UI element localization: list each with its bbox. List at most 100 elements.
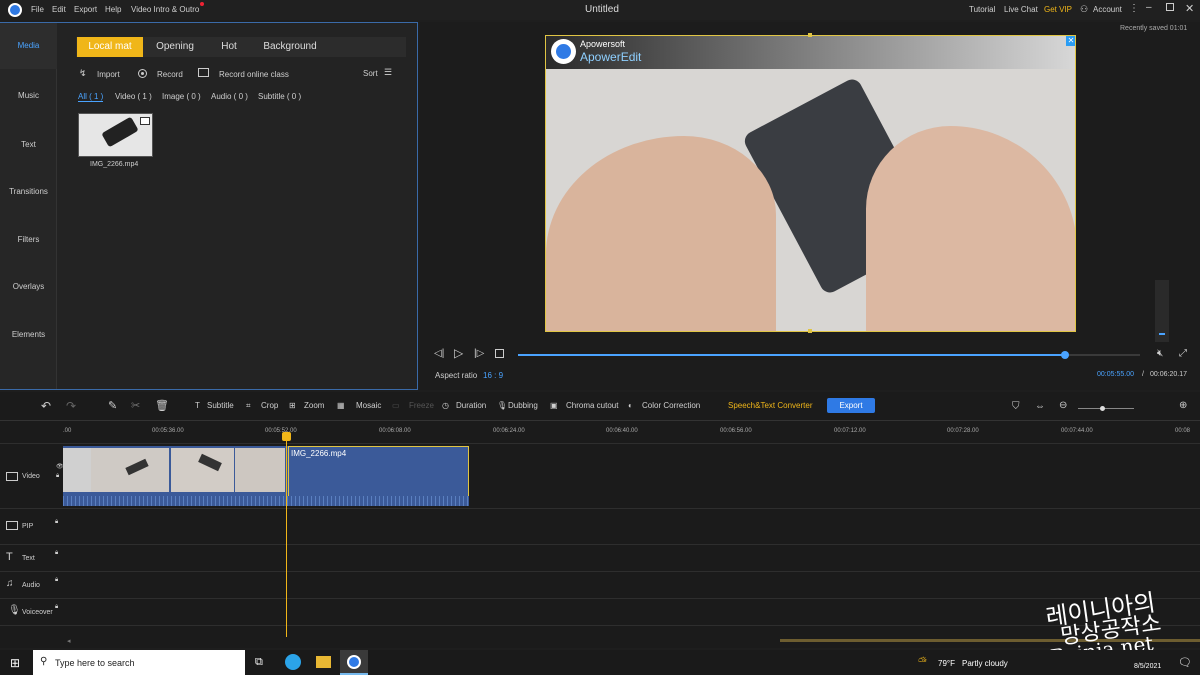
ruler-tick: 00:05:36.00 <box>152 428 184 434</box>
nav-text[interactable]: Text <box>0 140 57 149</box>
fit-icon[interactable]: ⇔ <box>1035 401 1045 412</box>
app-logo-icon <box>8 3 22 17</box>
zoom-icon: ⊞ <box>289 401 296 410</box>
selection-handle[interactable] <box>808 329 812 333</box>
menu-video-intro-outro[interactable]: Video Intro & Outro <box>131 5 199 14</box>
aspect-ratio-value[interactable]: 16 : 9 <box>483 371 503 380</box>
chroma-cutout-tool[interactable]: Chroma cutout <box>566 401 618 410</box>
menu-help[interactable]: Help <box>105 5 121 14</box>
menu-file[interactable]: File <box>31 5 44 14</box>
edit-icon[interactable]: ✎ <box>108 399 117 412</box>
filter-video[interactable]: Video ( 1 ) <box>115 92 152 101</box>
watermark-brand: Apowersoft <box>580 39 626 49</box>
tab-background[interactable]: Background <box>254 37 326 57</box>
prev-frame-icon[interactable]: ◁| <box>434 348 444 359</box>
title-bar: File Edit Export Help Video Intro & Outr… <box>0 0 1200 20</box>
timeline-zoom-slider[interactable] <box>1078 406 1134 411</box>
crop-tool[interactable]: Crop <box>261 401 278 410</box>
lock-icon[interactable]: 🔒︎ <box>55 550 58 557</box>
zoom-out-icon[interactable]: ⊖ <box>1059 400 1067 411</box>
apoweredit-taskbar-item[interactable] <box>340 650 368 675</box>
zoom-tool[interactable]: Zoom <box>304 401 324 410</box>
record-online-class-button[interactable]: Record online class <box>219 70 289 79</box>
color-correction-tool[interactable]: Color Correction <box>642 401 700 410</box>
play-icon[interactable]: ▷ <box>454 346 463 360</box>
fullscreen-icon[interactable]: ⤢ <box>1179 348 1187 359</box>
nav-transitions[interactable]: Transitions <box>0 187 57 196</box>
ruler-tick: 00:07:12.00 <box>834 428 866 434</box>
export-button[interactable]: Export <box>827 398 875 413</box>
nav-elements[interactable]: Elements <box>0 330 57 339</box>
nav-filters[interactable]: Filters <box>0 235 57 244</box>
nav-music[interactable]: Music <box>0 91 57 100</box>
undo-icon[interactable]: ↶ <box>41 399 51 413</box>
playhead-handle[interactable] <box>282 432 291 441</box>
menu-export[interactable]: Export <box>74 5 97 14</box>
nav-media[interactable]: Media <box>0 23 57 69</box>
mute-icon[interactable]: 🔇︎ <box>1157 348 1163 359</box>
live-chat-link[interactable]: Live Chat <box>1004 5 1038 14</box>
subtitle-tool[interactable]: Subtitle <box>207 401 234 410</box>
dubbing-tool[interactable]: Dubbing <box>508 401 538 410</box>
mosaic-tool[interactable]: Mosaic <box>356 401 381 410</box>
task-view-icon[interactable]: ⧉ <box>255 656 263 669</box>
tab-hot[interactable]: Hot <box>207 37 251 57</box>
time-separator: / <box>1142 371 1144 378</box>
duration-tool[interactable]: Duration <box>456 401 486 410</box>
sort-icon: ☰ <box>384 67 393 77</box>
filter-all[interactable]: All ( 1 ) <box>78 92 104 102</box>
tab-local-mat[interactable]: Local mat <box>77 37 143 57</box>
cut-icon[interactable]: ✂ <box>131 399 140 412</box>
windows-start-icon[interactable]: ⊞ <box>10 656 20 670</box>
stop-icon[interactable] <box>495 349 504 358</box>
nav-overlays[interactable]: Overlays <box>0 282 57 291</box>
phone-thumbnail <box>101 116 139 148</box>
playhead[interactable] <box>286 432 287 637</box>
record-icon <box>138 69 147 78</box>
filter-audio[interactable]: Audio ( 0 ) <box>211 92 248 101</box>
watermark-close-icon[interactable]: ✕ <box>1066 36 1075 46</box>
eye-icon[interactable]: 👁︎ <box>56 463 64 470</box>
next-frame-icon[interactable]: |▷ <box>474 348 484 359</box>
get-vip-link[interactable]: Get VIP <box>1044 5 1072 14</box>
search-icon: ⚲ <box>40 656 48 667</box>
selection-handle[interactable] <box>808 33 812 37</box>
lock-icon[interactable]: 🔒︎ <box>55 577 58 584</box>
account-link[interactable]: Account <box>1093 5 1122 14</box>
filter-image[interactable]: Image ( 0 ) <box>162 92 201 101</box>
tutorial-link[interactable]: Tutorial <box>969 5 995 14</box>
left-hand-image <box>546 136 776 331</box>
notification-icon[interactable]: 🗨︎ <box>1178 656 1192 669</box>
sort-button[interactable]: Sort <box>363 69 378 78</box>
more-options-icon[interactable]: ⋮ <box>1129 3 1139 14</box>
freeze-tool[interactable]: Freeze <box>409 401 434 410</box>
video-preview[interactable]: Apowersoft ApowerEdit ✕ <box>545 35 1076 332</box>
record-button[interactable]: Record <box>157 70 183 79</box>
filter-subtitle[interactable]: Subtitle ( 0 ) <box>258 92 301 101</box>
media-thumbnail[interactable] <box>78 113 153 157</box>
close-icon[interactable]: ✕ <box>1185 2 1194 15</box>
menu-edit[interactable]: Edit <box>52 5 66 14</box>
clip-thumbnail <box>91 448 169 492</box>
marker-icon[interactable]: ⛉ <box>1012 401 1020 412</box>
import-button[interactable]: Import <box>97 70 120 79</box>
tab-opening[interactable]: Opening <box>146 37 204 57</box>
speech-text-converter[interactable]: Speech&Text Converter <box>728 401 813 410</box>
scroll-left-icon[interactable]: ◂ <box>67 637 71 645</box>
playback-progress <box>518 354 1066 356</box>
taskbar-search-box[interactable]: ⚲ Type here to search <box>33 650 245 675</box>
redo-icon[interactable]: ↷ <box>66 399 76 413</box>
lock-icon[interactable]: 🔒︎ <box>55 604 58 611</box>
lock-icon[interactable]: 🔒︎ <box>56 473 59 480</box>
right-hand-image <box>866 126 1075 331</box>
minimize-icon[interactable]: – <box>1146 2 1152 13</box>
delete-icon[interactable]: 🗑︎ <box>155 399 169 412</box>
playback-track[interactable] <box>518 351 1140 359</box>
file-explorer-icon[interactable] <box>316 656 331 668</box>
lock-icon[interactable]: 🔒︎ <box>55 519 58 526</box>
maximize-icon[interactable] <box>1166 3 1174 11</box>
volume-slider[interactable] <box>1155 280 1169 342</box>
zoom-in-icon[interactable]: ⊕ <box>1179 400 1187 411</box>
edge-icon[interactable] <box>285 654 301 670</box>
track-divider <box>0 625 1200 626</box>
